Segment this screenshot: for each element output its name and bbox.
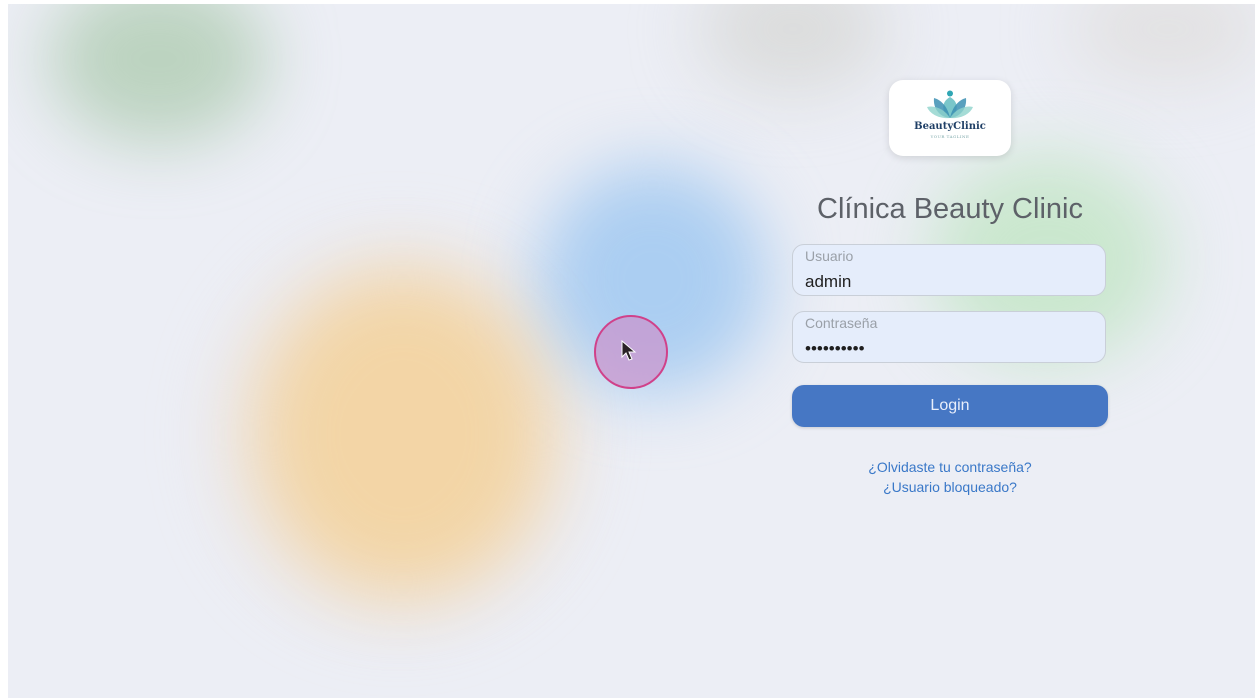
username-field[interactable]: Usuario [792,244,1106,296]
background-glow-gray [698,4,888,94]
username-input[interactable] [805,272,1095,292]
background-glow-green [48,4,268,144]
logo-tagline: YOUR TAGLINE [930,134,970,139]
lotus-icon [927,90,973,119]
background-glow-peach [218,244,578,624]
page-title: Clínica Beauty Clinic [817,193,1083,226]
logo-name: BeautyClinic [914,121,986,132]
login-button[interactable]: Login [792,385,1108,427]
password-label: Contraseña [805,315,878,331]
username-label: Usuario [805,248,854,264]
password-input[interactable] [805,339,1095,359]
locked-user-link[interactable]: ¿Usuario bloqueado? [792,479,1108,495]
mouse-pointer-icon [621,340,637,361]
password-field[interactable]: Contraseña [792,311,1106,363]
background-glow-gray-right [1068,4,1255,84]
cursor-highlight [594,315,668,389]
background-glow-orange [258,274,548,594]
clinic-logo: BeautyClinic YOUR TAGLINE [889,80,1011,156]
forgot-password-link[interactable]: ¿Olvidaste tu contraseña? [792,459,1108,475]
login-page: BeautyClinic YOUR TAGLINE Clínica Beauty… [8,4,1255,698]
